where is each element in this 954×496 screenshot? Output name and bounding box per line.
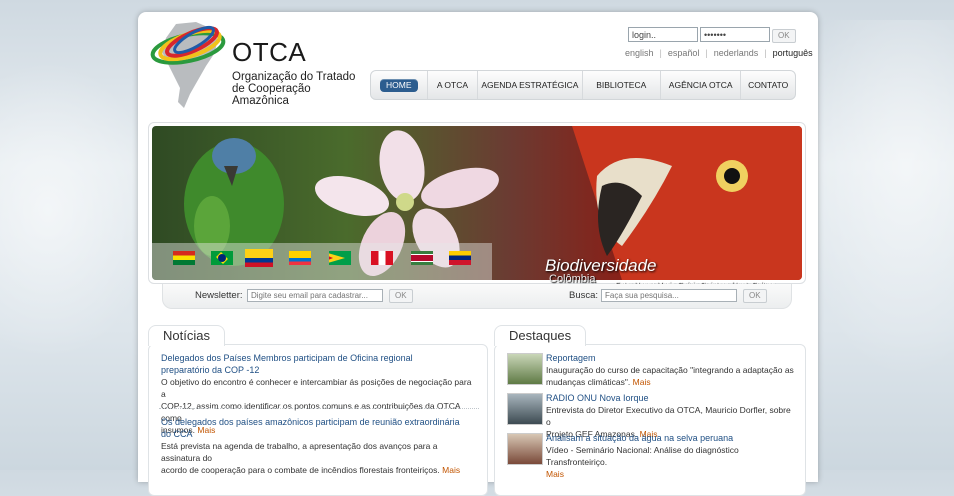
noticias-tab[interactable]: Notícias: [148, 325, 225, 346]
news-item: Os delegados dos países amazônicos parti…: [161, 416, 477, 476]
nav-agenda-estrategica[interactable]: AGENDA ESTRATÉGICA: [478, 71, 583, 99]
destaques-panel: Reportagem Inauguração do curso de capac…: [494, 344, 806, 496]
main-nav: HOME A OTCA AGENDA ESTRATÉGICA BIBLIOTEC…: [370, 70, 796, 100]
flag-suriname-icon[interactable]: [411, 251, 433, 265]
highlight-item: Analisam a situação da água na selva per…: [546, 432, 796, 480]
language-selector: english | español | nederlands | português: [625, 48, 813, 58]
nav-home[interactable]: HOME: [371, 71, 428, 99]
password-input[interactable]: [700, 27, 770, 42]
flag-ecuador-icon[interactable]: [289, 251, 311, 265]
newsletter-search-bar: Newsletter: OK Busca: OK: [162, 284, 792, 309]
banner-slideshow[interactable]: Biodiversidade Colômbia Foto: Henry Mari…: [148, 122, 806, 298]
radio-onu-thumbnail[interactable]: [507, 393, 543, 425]
highlight-title[interactable]: RADIO ONU Nova Iorque: [546, 392, 796, 404]
highlight-title[interactable]: Analisam a situação da água na selva per…: [546, 432, 796, 444]
brand-name: OTCA: [232, 37, 307, 67]
org-name: Organização do Tratado de Cooperação Ama…: [232, 71, 356, 107]
lang-nederlands[interactable]: nederlands: [714, 48, 759, 58]
agua-thumbnail[interactable]: [507, 433, 543, 465]
highlight-item: Reportagem Inauguração do curso de capac…: [546, 352, 796, 388]
nav-contato[interactable]: CONTATO: [741, 71, 795, 99]
lang-english[interactable]: english: [625, 48, 654, 58]
lang-portugues[interactable]: português: [773, 48, 813, 58]
newsletter-ok-button[interactable]: OK: [389, 289, 413, 303]
flag-venezuela-icon[interactable]: [449, 251, 471, 265]
otca-logo[interactable]: OTCA Organização do Tratado de Cooperaçã…: [148, 18, 358, 110]
flag-peru-icon[interactable]: [371, 251, 393, 265]
news-more-link[interactable]: Mais: [442, 465, 460, 475]
flag-bolivia-icon[interactable]: [173, 251, 195, 265]
newsletter-label: Newsletter:: [195, 290, 243, 301]
page-container: OTCA Organização do Tratado de Cooperaçã…: [138, 12, 818, 496]
divider: [159, 408, 479, 409]
destaques-tab[interactable]: Destaques: [494, 325, 587, 346]
background-cloud-right: [794, 20, 954, 380]
lang-espanol[interactable]: español: [668, 48, 700, 58]
south-america-map-icon: [150, 22, 226, 108]
noticias-panel: Delegados dos Países Membros participam …: [148, 344, 488, 496]
reportagem-thumbnail[interactable]: [507, 353, 543, 385]
search-label: Busca:: [569, 290, 599, 301]
highlight-title[interactable]: Reportagem: [546, 352, 796, 364]
news-title[interactable]: Delegados dos Países Membros participam …: [161, 352, 477, 376]
login-input[interactable]: [628, 27, 698, 42]
flag-guyana-icon[interactable]: [329, 251, 351, 265]
highlight-more-link[interactable]: Mais: [633, 377, 651, 387]
flag-brazil-icon[interactable]: [211, 251, 233, 265]
background-cloud-left: [0, 60, 160, 360]
login-ok-button[interactable]: OK: [772, 29, 796, 43]
nav-a-otca[interactable]: A OTCA: [428, 71, 479, 99]
search-input[interactable]: [601, 289, 737, 302]
search-ok-button[interactable]: OK: [743, 289, 767, 303]
newsletter-email-input[interactable]: [247, 289, 383, 302]
nav-biblioteca[interactable]: BIBLIOTECA: [583, 71, 661, 99]
nav-agencia-otca[interactable]: AGÊNCIA OTCA: [661, 71, 742, 99]
flag-colombia-icon[interactable]: [245, 249, 273, 267]
news-title[interactable]: Os delegados dos países amazônicos parti…: [161, 416, 477, 440]
